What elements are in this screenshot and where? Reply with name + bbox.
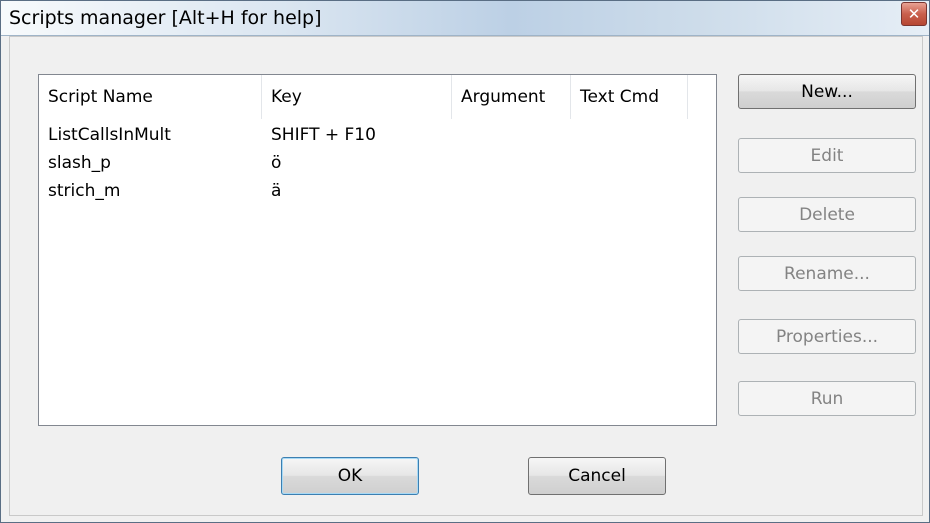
cell-script-name: slash_p (48, 153, 111, 173)
ok-button[interactable]: OK (281, 457, 419, 495)
properties-button[interactable]: Properties... (738, 319, 916, 354)
cell-argument (452, 121, 571, 149)
scripts-manager-dialog: Scripts manager [Alt+H for help] ✕ Scrip… (0, 0, 930, 523)
column-header-key[interactable]: Key (262, 75, 452, 119)
column-header-argument[interactable]: Argument (452, 75, 571, 119)
cancel-button[interactable]: Cancel (528, 457, 666, 495)
table-row[interactable]: strich_m ä (39, 177, 716, 205)
cell-script-name: ListCallsInMult (48, 125, 171, 145)
cell-key: SHIFT + F10 (271, 125, 376, 145)
cell-script-name: strich_m (48, 181, 121, 201)
cell-key: ä (271, 181, 282, 201)
close-button[interactable]: ✕ (901, 2, 927, 26)
cell-argument (452, 149, 571, 177)
new-button[interactable]: New... (738, 74, 916, 109)
cell-text-cmd (571, 121, 688, 149)
delete-button[interactable]: Delete (738, 197, 916, 232)
table-row[interactable]: ListCallsInMult SHIFT + F10 (39, 121, 716, 149)
dialog-client-area: Script Name Key Argument Text Cmd ListCa… (9, 36, 923, 516)
title-bar[interactable]: Scripts manager [Alt+H for help] ✕ (1, 1, 929, 36)
cell-text-cmd (571, 177, 688, 205)
window-title: Scripts manager [Alt+H for help] (9, 7, 322, 29)
cell-text-cmd (571, 149, 688, 177)
column-header-text-cmd[interactable]: Text Cmd (571, 75, 688, 119)
close-icon: ✕ (907, 5, 921, 23)
run-button[interactable]: Run (738, 381, 916, 416)
list-header: Script Name Key Argument Text Cmd (39, 75, 716, 119)
column-header-script-name[interactable]: Script Name (39, 75, 262, 119)
table-row[interactable]: slash_p ö (39, 149, 716, 177)
scripts-list[interactable]: Script Name Key Argument Text Cmd ListCa… (38, 74, 717, 426)
cell-argument (452, 177, 571, 205)
rename-button[interactable]: Rename... (738, 256, 916, 291)
edit-button[interactable]: Edit (738, 138, 916, 173)
cell-key: ö (271, 153, 282, 173)
